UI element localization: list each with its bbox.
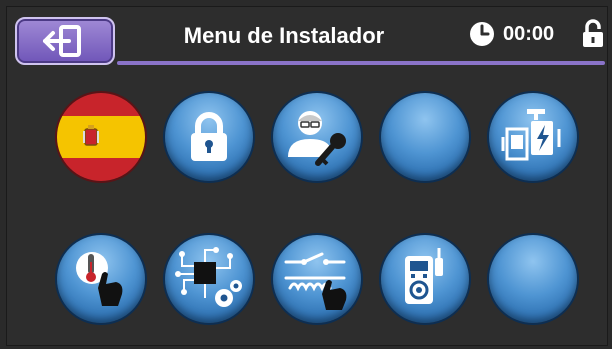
empty-slot-2-button[interactable] (489, 235, 577, 323)
page-title: Menu de Instalador (183, 23, 385, 48)
circuit-gears-icon (175, 247, 242, 307)
power-board-button[interactable] (489, 93, 577, 181)
header-divider (117, 61, 605, 65)
user-key-icon (288, 111, 346, 166)
multimeter-icon (405, 248, 443, 304)
switch-coil-touch-button[interactable] (273, 235, 361, 323)
lock-button[interactable] (165, 93, 253, 181)
language-spain-button[interactable] (57, 93, 145, 181)
clock-time: 00:00 (503, 22, 555, 45)
clock-display: 00:00 (469, 21, 554, 47)
padlock-icon (191, 112, 227, 161)
clock-icon (470, 22, 494, 46)
exit-arrow-icon (43, 25, 81, 57)
switch-coil-icon (284, 252, 347, 310)
unlocked-padlock-icon[interactable] (581, 19, 605, 49)
back-button[interactable] (15, 17, 115, 65)
thermometer-touch-icon (76, 252, 123, 306)
empty-slot-1-button[interactable] (381, 93, 469, 181)
circuit-settings-button[interactable] (165, 235, 253, 323)
installer-screen: Menu de Instalador 00:00 (6, 6, 608, 346)
temperature-touch-button[interactable] (57, 235, 145, 323)
spain-flag-icon (83, 125, 99, 146)
multimeter-button[interactable] (381, 235, 469, 323)
power-board-icon (501, 109, 561, 161)
installer-key-button[interactable] (273, 93, 361, 181)
